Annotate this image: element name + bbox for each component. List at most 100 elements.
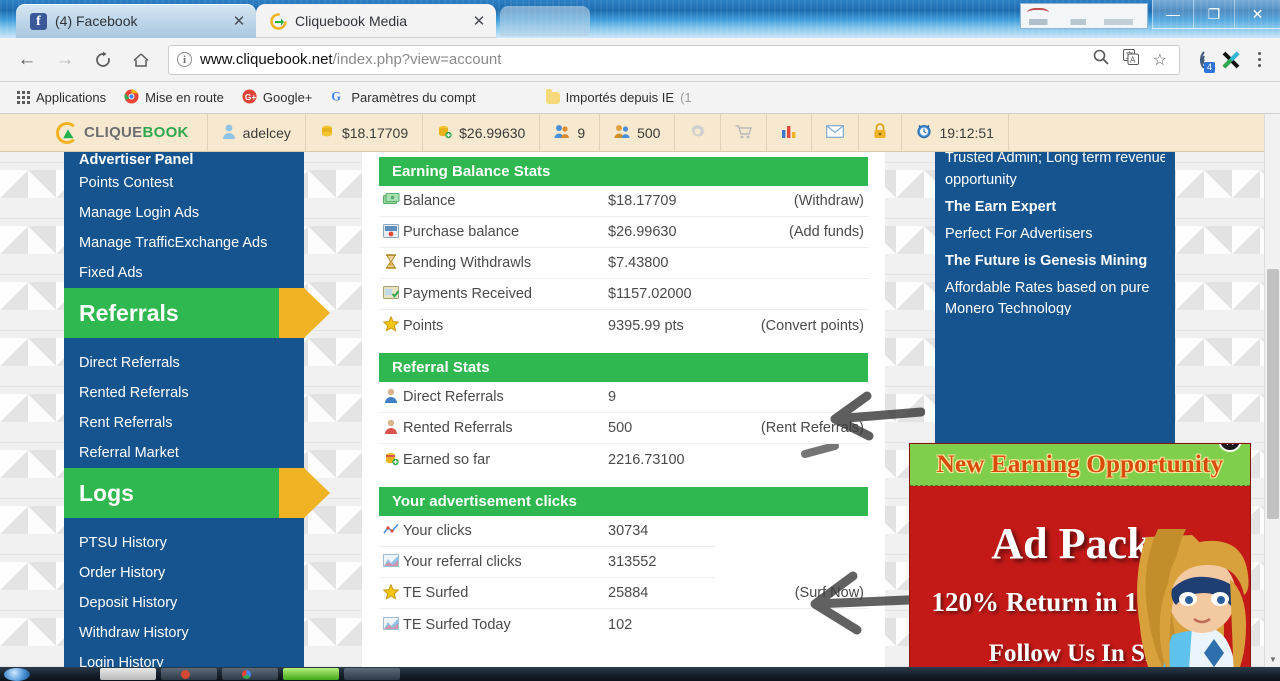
stat-action-surf-now[interactable]: (Surf Now) xyxy=(718,585,868,601)
googleplus-icon: G+ xyxy=(242,88,257,107)
bookmark-mise-en-route[interactable]: Mise en route xyxy=(117,86,231,110)
scroll-down-icon[interactable]: ▼ xyxy=(1265,651,1280,667)
tab-close-icon[interactable]: ✕ xyxy=(232,14,246,29)
close-button[interactable]: ✕ xyxy=(1234,0,1280,29)
topbar-cart[interactable] xyxy=(721,114,768,151)
sidebar-item-direct-referrals[interactable]: Direct Referrals xyxy=(64,348,304,378)
sidebar-item-referral-market[interactable]: Referral Market xyxy=(64,438,304,468)
sidebar-item-order-history[interactable]: Order History xyxy=(64,558,304,588)
tab-cliquebook-media[interactable]: Cliquebook Media ✕ xyxy=(256,4,496,38)
topbar-settings[interactable] xyxy=(675,114,722,151)
sidebar-item-ptsu-history[interactable]: PTSU History xyxy=(64,528,304,558)
taskbar-item-4[interactable] xyxy=(283,668,339,680)
minimize-button[interactable]: — xyxy=(1152,0,1193,29)
taskbar-item-5[interactable] xyxy=(344,668,400,680)
bookmark-googleplus[interactable]: G+ Google+ xyxy=(235,86,320,110)
home-icon[interactable] xyxy=(122,41,160,79)
topbar-direct-referrals[interactable]: 9 xyxy=(540,114,601,151)
area-chart-icon xyxy=(379,616,403,633)
right-panel-line: Monero Technology xyxy=(945,301,1072,315)
sidebar-item-rented-referrals[interactable]: Rented Referrals xyxy=(64,378,304,408)
topbar-security[interactable] xyxy=(859,114,903,151)
right-panel-line-bold[interactable]: The Future is Genesis Mining xyxy=(945,247,1165,274)
sidebar-item-points-contest[interactable]: Points Contest xyxy=(64,168,304,198)
stat-action-convert-points[interactable]: (Convert points) xyxy=(718,318,868,334)
extension-wifi-icon[interactable]: 4 xyxy=(1186,41,1216,79)
sidebar-item-login-history[interactable]: Login History xyxy=(64,648,304,667)
bookmark-label: Mise en route xyxy=(145,90,224,105)
referrals-icon xyxy=(554,124,570,141)
sidebar-item-rent-referrals[interactable]: Rent Referrals xyxy=(64,408,304,438)
google-icon: G xyxy=(330,89,345,107)
taskbar-item-1[interactable] xyxy=(100,668,156,680)
taskbar-item-3[interactable] xyxy=(222,668,278,680)
address-bar[interactable]: i www.cliquebook.net/index.php?view=acco… xyxy=(168,44,1180,75)
stat-action-add-funds[interactable]: (Add funds) xyxy=(718,224,868,240)
coins-icon xyxy=(379,451,403,469)
topbar-purchase-balance[interactable]: $26.99630 xyxy=(423,114,541,151)
topbar-balance[interactable]: $18.17709 xyxy=(306,114,424,151)
sidebar-heading-logs[interactable]: Logs xyxy=(64,468,330,518)
bookmark-label: Google+ xyxy=(262,90,313,105)
new-tab-button[interactable] xyxy=(500,6,590,36)
tab-facebook[interactable]: f (4) Facebook ✕ xyxy=(16,4,256,38)
taskbar-item-2[interactable] xyxy=(161,668,217,680)
topbar-rented-referrals[interactable]: 500 xyxy=(600,114,676,151)
scrollbar-thumb[interactable] xyxy=(1267,269,1279,519)
envelope-icon xyxy=(826,124,845,141)
site-sidebar: Advertiser Panel Points Contest Manage L… xyxy=(64,152,330,667)
extension-x-icon[interactable] xyxy=(1216,41,1246,79)
facebook-icon: f xyxy=(30,12,47,30)
sidebar-item-withdraw-history[interactable]: Withdraw History xyxy=(64,618,304,648)
section-header-earning-balance-stats: Earning Balance Stats xyxy=(379,157,868,186)
back-icon[interactable]: ← xyxy=(8,41,46,79)
right-panel-line: Trusted Admin; Long term revenue xyxy=(945,152,1165,166)
sidebar-item-advertiser-panel[interactable]: Advertiser Panel xyxy=(64,152,304,168)
balance-label: $18.17709 xyxy=(341,124,409,141)
page-info-icon[interactable]: i xyxy=(177,52,192,67)
stat-action-withdraw[interactable]: (Withdraw) xyxy=(718,193,868,209)
page-scrollbar[interactable]: ▼ xyxy=(1264,114,1280,667)
sidebar-item-manage-trafficexchange-ads[interactable]: Manage TrafficExchange Ads xyxy=(64,228,304,258)
sidebar-heading-arrow-bg xyxy=(279,468,305,518)
extension-badge: 4 xyxy=(1203,61,1215,73)
rented-referrals-label: 500 xyxy=(637,124,661,141)
right-panel-line: Affordable Rates based on pure xyxy=(945,279,1150,296)
page-viewport: CLIQUEBOOK adelcey $18.17709 $26.99630 9… xyxy=(0,114,1280,667)
section-header-advertisement-clicks: Your advertisement clicks xyxy=(379,487,868,516)
zoom-search-icon[interactable] xyxy=(1093,49,1109,70)
topbar-username[interactable]: adelcey xyxy=(208,114,306,151)
chrome-menu-icon[interactable] xyxy=(1246,52,1272,67)
sidebar-item-fixed-ads[interactable]: Fixed Ads xyxy=(64,258,304,288)
stat-row-balance: Balance $18.17709 (Withdraw) xyxy=(379,186,868,217)
stat-value: 500 xyxy=(608,420,633,436)
bookmark-importes-depuis-ie[interactable]: Importés depuis IE (1 xyxy=(539,87,699,108)
forward-icon[interactable]: → xyxy=(46,41,84,79)
tab-close-icon[interactable]: ✕ xyxy=(472,14,486,29)
stat-row-earned-so-far: Earned so far 2216.73100 xyxy=(379,444,868,475)
bookmark-applications[interactable]: Applications xyxy=(10,87,113,108)
site-logo[interactable]: CLIQUEBOOK xyxy=(0,114,208,151)
stat-label: Payments Received xyxy=(403,286,532,302)
stat-label: TE Surfed Today xyxy=(403,616,511,633)
start-button[interactable] xyxy=(4,667,30,681)
bookmark-parametres-compte[interactable]: G Paramètres du compt xyxy=(323,86,482,110)
topbar-messages[interactable] xyxy=(812,114,860,151)
stat-value: $18.17709 xyxy=(608,193,677,209)
svg-text:G: G xyxy=(332,89,342,103)
purchase-balance-label: $26.99630 xyxy=(459,124,526,141)
bookmark-star-icon[interactable]: ☆ xyxy=(1153,50,1167,70)
stat-action-rent-referrals[interactable]: (Rent Referrals) xyxy=(718,420,868,436)
maximize-button[interactable]: ❐ xyxy=(1193,0,1234,29)
topbar-stats[interactable] xyxy=(767,114,813,151)
sidebar-heading-referrals[interactable]: Referrals xyxy=(64,288,330,338)
sidebar-item-manage-login-ads[interactable]: Manage Login Ads xyxy=(64,198,304,228)
right-panel-line-bold[interactable]: The Earn Expert xyxy=(945,193,1165,220)
reload-icon[interactable] xyxy=(84,41,122,79)
translate-icon[interactable]: 文A xyxy=(1122,49,1139,70)
alarm-clock-icon xyxy=(916,123,932,142)
site-topbar: CLIQUEBOOK adelcey $18.17709 $26.99630 9… xyxy=(0,114,1280,152)
sidebar-item-deposit-history[interactable]: Deposit History xyxy=(64,588,304,618)
ad-popup[interactable]: ✖ New Earning Opportunity xyxy=(910,444,1250,667)
